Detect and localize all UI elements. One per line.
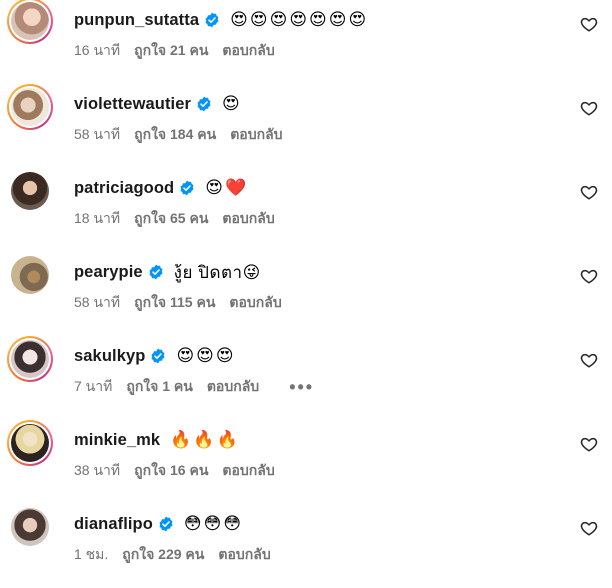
heart-outline-icon[interactable] — [580, 267, 598, 285]
reply-button[interactable]: ตอบกลับ — [222, 460, 274, 482]
avatar[interactable] — [7, 168, 53, 214]
comment-likes[interactable]: ถูกใจ 115 คน — [134, 292, 215, 314]
comment-row: patriciagood 😍❤️ 18 นาที ถูกใจ 65 คน ตอบ… — [0, 168, 612, 252]
comment-row: minkie_mk 🔥🔥🔥 38 นาที ถูกใจ 16 คน ตอบกลั… — [0, 420, 612, 504]
comment-likes[interactable]: ถูกใจ 65 คน — [134, 208, 208, 230]
verified-badge-icon — [158, 516, 174, 532]
heart-outline-icon[interactable] — [580, 519, 598, 537]
heart-outline-icon[interactable] — [580, 351, 598, 369]
comment-time: 16 นาที — [74, 42, 121, 58]
comment-username[interactable]: patriciagood — [74, 179, 174, 198]
verified-badge-icon — [148, 264, 164, 280]
comment-text: 😍 — [222, 94, 242, 113]
reply-button[interactable]: ตอบกลับ — [207, 376, 259, 398]
comment-username[interactable]: minkie_mk — [74, 431, 160, 450]
reply-button[interactable]: ตอบกลับ — [222, 40, 274, 62]
heart-outline-icon[interactable] — [580, 435, 598, 453]
comment-username[interactable]: pearypie — [74, 263, 143, 282]
comment-row: sakulkyp 😍😍😍 7 นาที ถูกใจ 1 คน ตอบกลับ •… — [0, 336, 612, 420]
comment-likes[interactable]: ถูกใจ 1 คน — [126, 376, 193, 398]
comment-row: violettewautier 😍 58 นาที ถูกใจ 184 คน ต… — [0, 84, 612, 168]
comment-text: 😍😍😍 — [176, 346, 236, 365]
comment-likes[interactable]: ถูกใจ 16 คน — [134, 460, 208, 482]
avatar[interactable] — [7, 336, 53, 382]
verified-badge-icon — [179, 180, 195, 196]
comment-text: 🔥🔥🔥 — [170, 430, 240, 449]
comment-time: 58 นาที — [74, 294, 121, 310]
comment-time: 1 ชม. — [74, 546, 109, 562]
comment-username[interactable]: sakulkyp — [74, 347, 145, 366]
avatar[interactable] — [7, 0, 53, 44]
comment-text: 😍😍😍😍😍😍😍 — [230, 10, 369, 29]
reply-button[interactable]: ตอบกลับ — [218, 544, 270, 566]
comment-text: งู้ย ปิดตา😜 — [173, 262, 261, 282]
reply-button[interactable]: ตอบกลับ — [229, 292, 281, 314]
reply-button[interactable]: ตอบกลับ — [230, 124, 282, 146]
avatar[interactable] — [7, 84, 53, 130]
comment-row: punpun_sutatta 😍😍😍😍😍😍😍 16 นาที ถูกใจ 21 … — [0, 0, 612, 84]
avatar[interactable] — [7, 420, 53, 466]
comment-username[interactable]: punpun_sutatta — [74, 11, 199, 30]
avatar[interactable] — [7, 504, 53, 550]
verified-badge-icon — [196, 96, 212, 112]
more-options-icon[interactable]: ••• — [289, 378, 314, 396]
comment-row: pearypie งู้ย ปิดตา😜 58 นาที ถูกใจ 115 ค… — [0, 252, 612, 336]
comment-text: 😳😳😳 — [183, 514, 244, 533]
comment-likes[interactable]: ถูกใจ 229 คน — [122, 544, 204, 566]
comment-username[interactable]: dianaflipo — [74, 515, 153, 534]
verified-badge-icon — [150, 348, 166, 364]
avatar[interactable] — [7, 252, 53, 298]
comment-text: 😍❤️ — [205, 178, 249, 197]
comment-time: 18 นาที — [74, 210, 121, 226]
comment-time: 58 นาที — [74, 126, 121, 142]
comment-time: 38 นาที — [74, 462, 121, 478]
comment-likes[interactable]: ถูกใจ 184 คน — [134, 124, 216, 146]
comment-likes[interactable]: ถูกใจ 21 คน — [134, 40, 208, 62]
heart-outline-icon[interactable] — [580, 99, 598, 117]
heart-outline-icon[interactable] — [580, 183, 598, 201]
comment-username[interactable]: violettewautier — [74, 95, 191, 114]
heart-outline-icon[interactable] — [580, 15, 598, 33]
verified-badge-icon — [204, 12, 220, 28]
comment-row: dianaflipo 😳😳😳 1 ชม. ถูกใจ 229 คน ตอบกลั… — [0, 504, 612, 588]
reply-button[interactable]: ตอบกลับ — [222, 208, 274, 230]
comment-time: 7 นาที — [74, 378, 113, 394]
